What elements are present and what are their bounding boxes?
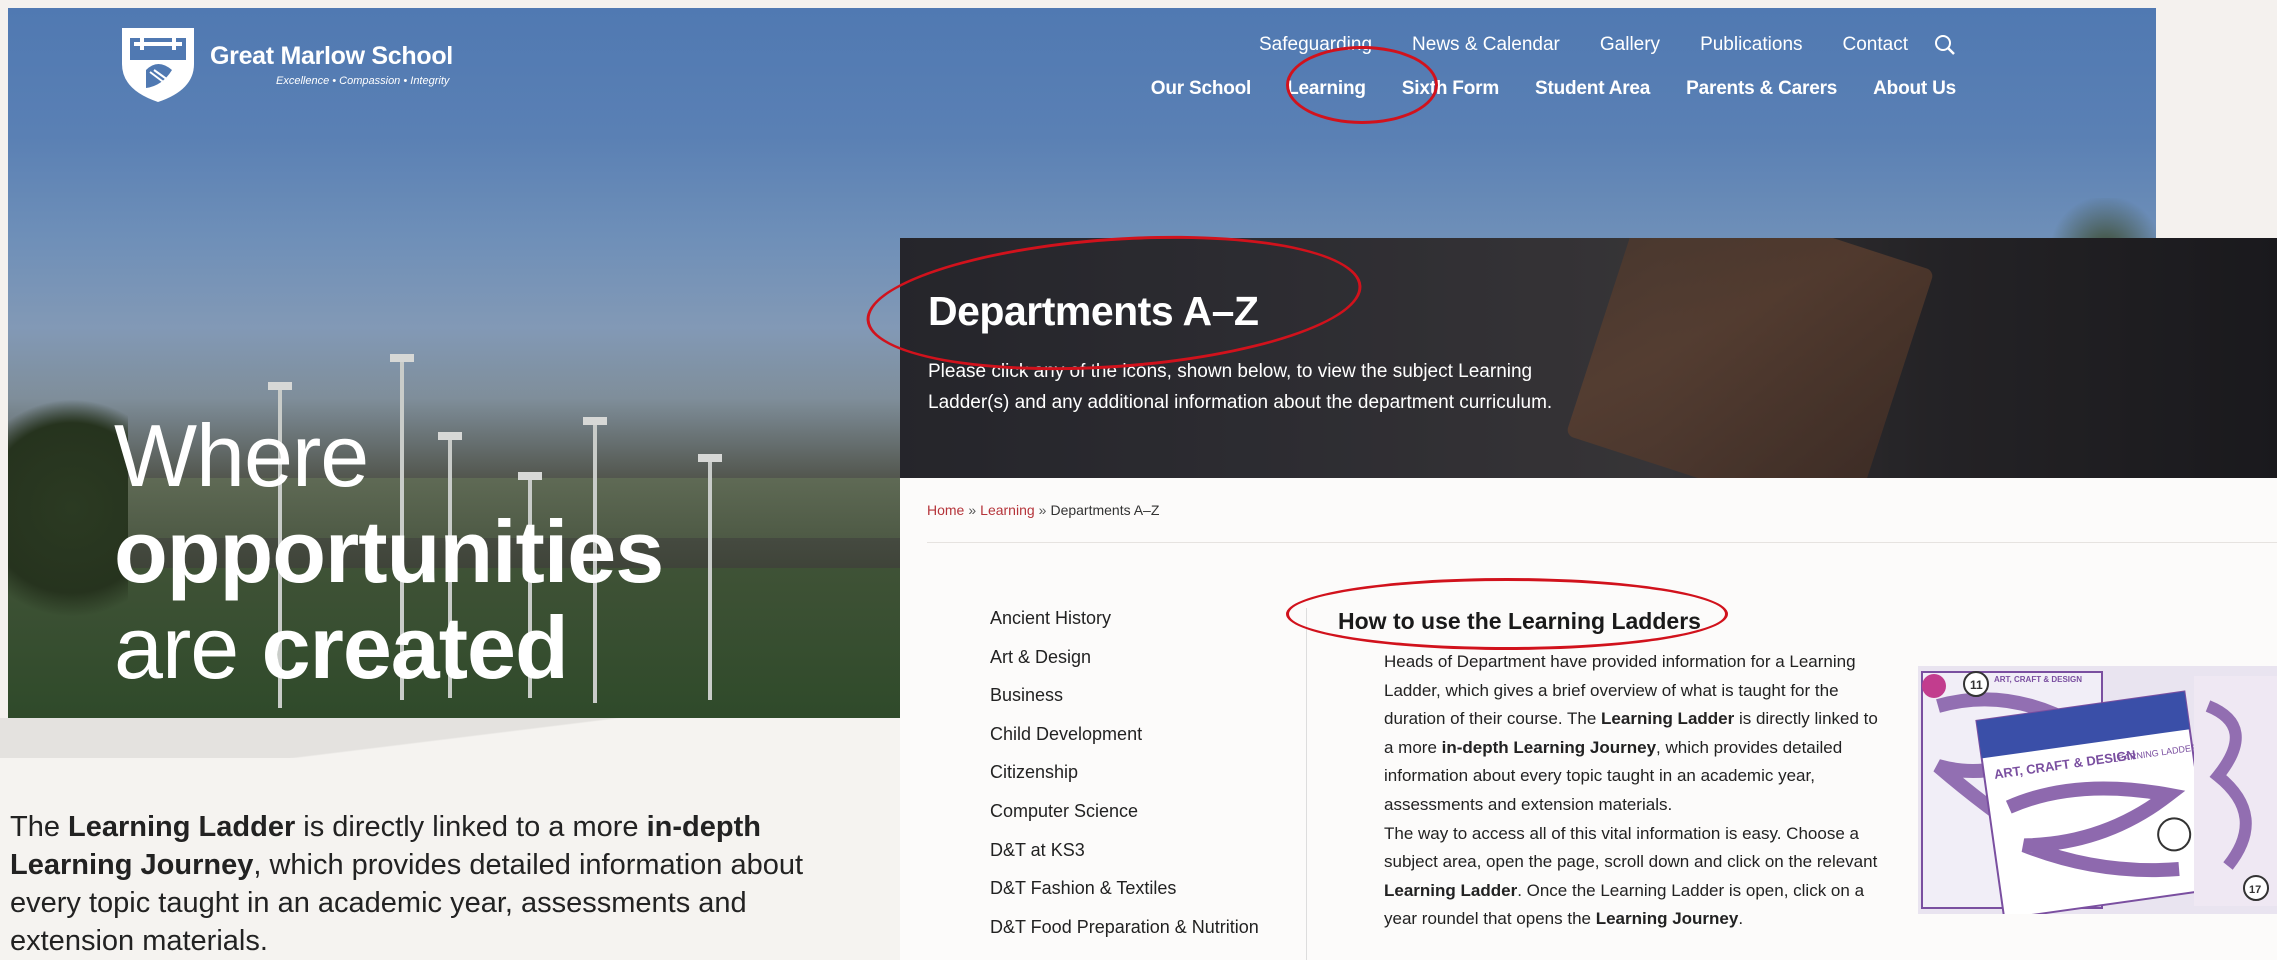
main-nav: Our School Learning Sixth Form Student A… (1151, 78, 1956, 100)
nav-publications[interactable]: Publications (1700, 34, 1802, 56)
intro-paragraph: The Learning Ladder is directly linked t… (10, 808, 810, 960)
departments-banner: Departments A–Z Please click any of the … (900, 238, 2277, 478)
breadcrumb-home[interactable]: Home (927, 502, 964, 518)
nav-about-us[interactable]: About Us (1873, 78, 1956, 100)
hero-line-2: opportunities (114, 502, 664, 601)
breadcrumb-learning[interactable]: Learning (980, 502, 1035, 518)
intro-bold: Learning Ladder (68, 811, 296, 843)
breadcrumb: Home» Learning» Departments A–Z (927, 502, 1159, 518)
intro-text: is directly linked to a more (295, 811, 647, 843)
hero-line-3a: are (114, 598, 262, 697)
breadcrumb-current: Departments A–Z (1050, 502, 1160, 518)
body-text: . (1738, 909, 1744, 929)
nav-news-calendar[interactable]: News & Calendar (1412, 34, 1560, 56)
section-heading: How to use the Learning Ladders (1338, 608, 1701, 634)
body-text: The way to access all of this vital info… (1384, 823, 1878, 872)
year-roundel (1922, 674, 1946, 698)
learning-ladder-thumbnail[interactable]: 11 ART, CRAFT & DESIGN ART, CRAFT & DESI… (1918, 666, 2277, 914)
nav-our-school[interactable]: Our School (1151, 78, 1252, 100)
hero-line-1: Where (114, 406, 369, 505)
page-title: Departments A–Z (928, 288, 1259, 334)
intro-text: The (10, 811, 69, 843)
subject-list: Ancient History Art & Design Business Ch… (990, 608, 1259, 955)
body-bold: Learning Ladder (1601, 709, 1735, 729)
subject-ancient-history[interactable]: Ancient History (990, 608, 1259, 647)
body-bold: Learning Ladder (1384, 880, 1518, 900)
utility-nav: Safeguarding News & Calendar Gallery Pub… (1259, 34, 1956, 56)
subject-dt-fashion-textiles[interactable]: D&T Fashion & Textiles (990, 878, 1259, 917)
section-body: Heads of Department have provided inform… (1384, 648, 1884, 934)
hero-headline: Where opportunities are created (114, 406, 664, 697)
hero-line-3b: created (261, 598, 569, 697)
subject-dt-ks3[interactable]: D&T at KS3 (990, 840, 1259, 879)
thumb-year: 17 (2249, 884, 2261, 896)
tree-left (8, 378, 128, 638)
subject-computer-science[interactable]: Computer Science (990, 801, 1259, 840)
subject-dt-food-nutrition[interactable]: D&T Food Preparation & Nutrition (990, 917, 1259, 956)
nav-learning[interactable]: Learning (1287, 78, 1366, 100)
subject-business[interactable]: Business (990, 685, 1259, 724)
departments-page-screenshot: Departments A–Z Please click any of the … (900, 238, 2277, 960)
school-tagline: Excellence • Compassion • Integrity (276, 74, 450, 87)
nav-contact[interactable]: Contact (1843, 34, 1908, 56)
divider (927, 542, 2277, 543)
subject-child-development[interactable]: Child Development (990, 724, 1259, 763)
floodlight-pole (698, 454, 722, 700)
school-logo[interactable]: Great Marlow School Excellence • Compass… (116, 24, 453, 104)
nav-safeguarding[interactable]: Safeguarding (1259, 34, 1372, 56)
nav-parents-carers[interactable]: Parents & Carers (1686, 78, 1837, 100)
subject-citizenship[interactable]: Citizenship (990, 762, 1259, 801)
school-name: Great Marlow School (210, 41, 453, 70)
body-bold: in-depth Learning Journey (1441, 737, 1657, 757)
nav-student-area[interactable]: Student Area (1535, 78, 1650, 100)
thumb-heading-small: ART, CRAFT & DESIGN (1994, 675, 2082, 684)
search-icon[interactable] (1934, 34, 1956, 56)
breadcrumb-separator: » (968, 502, 977, 518)
page-subtitle: Please click any of the icons, shown bel… (928, 361, 1553, 413)
subject-art-design[interactable]: Art & Design (990, 647, 1259, 686)
nav-gallery[interactable]: Gallery (1600, 34, 1660, 56)
crest-icon (122, 28, 194, 102)
divider (1306, 608, 1307, 960)
thumb-year: 11 (1970, 678, 1983, 692)
body-bold: Learning Journey (1595, 909, 1739, 929)
nav-sixth-form[interactable]: Sixth Form (1402, 78, 1499, 100)
breadcrumb-separator: » (1038, 502, 1047, 518)
